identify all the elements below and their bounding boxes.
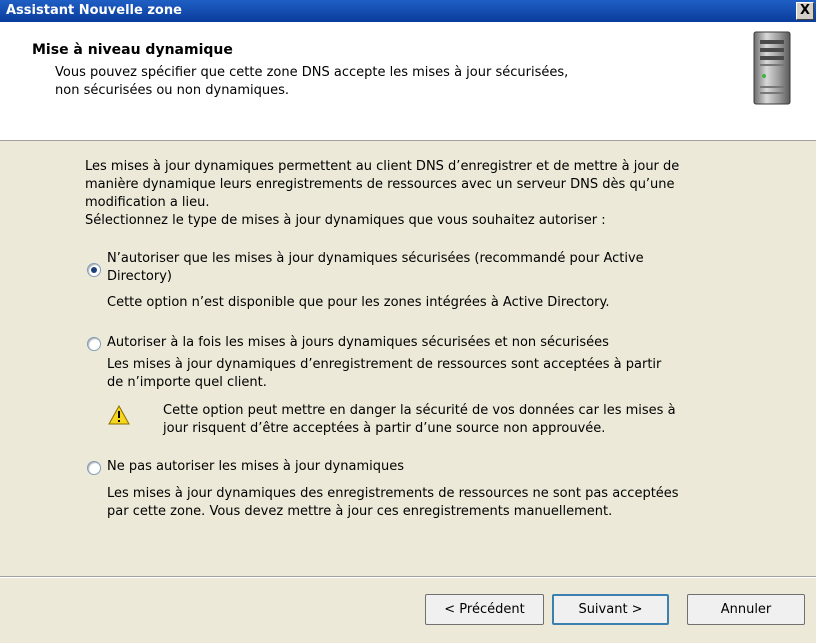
option-no-dynamic-desc: Les mises à jour dynamiques des enregist… <box>107 485 679 521</box>
option-desc-line: Les mises à jour dynamiques des enregist… <box>107 486 679 501</box>
close-button[interactable]: X <box>796 2 814 20</box>
wizard-window: Assistant Nouvelle zone X Mise à niveau … <box>0 0 816 643</box>
intro-line: manière dynamique leurs enregistrements … <box>85 177 675 192</box>
radio-secure-and-nonsecure[interactable] <box>87 337 101 351</box>
option-desc-line: par cette zone. Vous devez mettre à jour… <box>107 504 613 519</box>
option-secure-and-nonsecure-label[interactable]: Autoriser à la fois les mises à jours dy… <box>107 334 609 352</box>
window-title: Assistant Nouvelle zone <box>6 3 182 18</box>
warning-icon <box>108 405 130 425</box>
radio-secure-only[interactable] <box>87 263 101 277</box>
option-desc-line: Les mises à jour dynamiques d’enregistre… <box>107 357 662 372</box>
warning-text: Cette option peut mettre en danger la sé… <box>163 402 803 438</box>
title-bar: Assistant Nouvelle zone X <box>0 0 816 22</box>
option-secure-only-label[interactable]: N’autoriser que les mises à jour dynamiq… <box>107 250 644 286</box>
cancel-button[interactable]: Annuler <box>687 594 805 625</box>
footer-separator <box>0 576 816 578</box>
option-desc-line: de n’importe quel client. <box>107 375 267 390</box>
option-label-line: Directory) <box>107 269 172 284</box>
server-icon <box>753 31 791 105</box>
radio-no-dynamic[interactable] <box>87 461 101 475</box>
page-description: Vous pouvez spécifier que cette zone DNS… <box>55 64 715 100</box>
back-button[interactable]: < Précédent <box>425 594 544 625</box>
warning-line: Cette option peut mettre en danger la sé… <box>163 403 676 418</box>
intro-line: Les mises à jour dynamiques permettent a… <box>85 159 680 174</box>
option-no-dynamic-label[interactable]: Ne pas autoriser les mises à jour dynami… <box>107 458 404 476</box>
option-secure-only-desc: Cette option n’est disponible que pour l… <box>107 295 610 310</box>
next-button[interactable]: Suivant > <box>552 594 669 625</box>
page-description-line: Vous pouvez spécifier que cette zone DNS… <box>55 65 569 80</box>
intro-line: modification a lieu. <box>85 195 210 210</box>
page-title: Mise à niveau dynamique <box>32 42 233 58</box>
intro-text: Les mises à jour dynamiques permettent a… <box>85 158 800 230</box>
option-secure-and-nonsecure-desc: Les mises à jour dynamiques d’enregistre… <box>107 356 661 392</box>
intro-line: Sélectionnez le type de mises à jour dyn… <box>85 213 606 228</box>
option-label-line: N’autoriser que les mises à jour dynamiq… <box>107 251 644 266</box>
warning-line: jour risquent d’être acceptées à partir … <box>163 421 606 436</box>
page-description-line: non sécurisées ou non dynamiques. <box>55 83 290 98</box>
